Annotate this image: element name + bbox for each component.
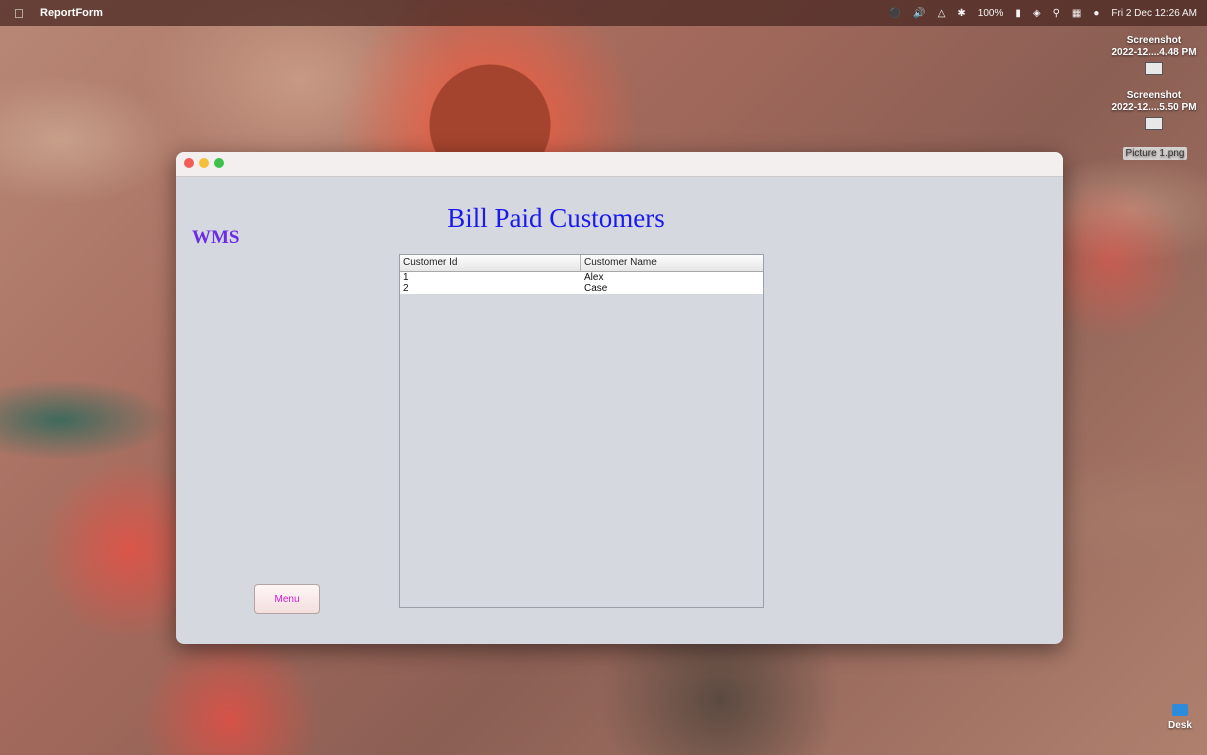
app-name[interactable]: ReportForm — [40, 7, 103, 19]
menu-bar:  ReportForm ⚫ 🔊 △ ✱ 100% ▮ ◈ ⚲ ▦ ● Fri … — [0, 0, 1207, 26]
image-file-icon — [1145, 62, 1163, 75]
control-center-icon[interactable]: ▦ — [1072, 8, 1081, 19]
cell-customer-name: Case — [584, 283, 608, 294]
airplay-icon[interactable]: △ — [938, 8, 946, 19]
title-bar[interactable] — [176, 152, 1063, 177]
desktop-folder-desk[interactable]: Desk — [1160, 704, 1200, 732]
file-name-line1: Screenshot — [1126, 35, 1182, 46]
desktop-file-screenshot-2[interactable]: Screenshot 2022-12....5.50 PM — [1108, 90, 1200, 133]
search-icon[interactable]: ⚲ — [1053, 8, 1060, 19]
cell-customer-id: 1 — [403, 272, 409, 283]
file-name-line2: 2022-12....4.48 PM — [1111, 47, 1197, 58]
table-header: Customer Id Customer Name — [400, 255, 763, 272]
bluetooth-icon[interactable]: ✱ — [957, 8, 965, 19]
volume-icon[interactable]: 🔊 — [913, 8, 925, 19]
customers-table[interactable]: Customer Id Customer Name 1 Alex 2 Case — [399, 254, 764, 608]
brand-label: WMS — [192, 227, 240, 248]
report-window: Bill Paid Customers WMS Customer Id Cust… — [176, 152, 1063, 644]
column-header-customer-name[interactable]: Customer Name — [581, 255, 761, 271]
cell-customer-id: 2 — [403, 283, 409, 294]
desktop-file-picture[interactable]: Picture 1.png — [1115, 147, 1195, 160]
battery-percent[interactable]: 100% — [978, 8, 1004, 19]
elephant-icon[interactable]: ⚫ — [889, 8, 901, 19]
clock[interactable]: Fri 2 Dec 12:26 AM — [1111, 8, 1197, 19]
minimize-button[interactable] — [199, 158, 209, 168]
wifi-icon[interactable]: ◈ — [1033, 8, 1041, 19]
folder-icon — [1172, 704, 1188, 716]
cell-customer-name: Alex — [584, 272, 604, 283]
page-title: Bill Paid Customers — [447, 203, 665, 233]
table-row[interactable]: 1 Alex — [400, 272, 763, 283]
image-file-icon — [1145, 117, 1163, 130]
file-name-line2: 2022-12....5.50 PM — [1111, 102, 1197, 113]
folder-name: Desk — [1168, 720, 1192, 731]
column-header-customer-id[interactable]: Customer Id — [400, 255, 581, 271]
file-name: Picture 1.png — [1122, 147, 1188, 160]
file-name-line1: Screenshot — [1126, 90, 1182, 101]
table-row[interactable]: 2 Case — [400, 283, 763, 294]
desktop-file-screenshot-1[interactable]: Screenshot 2022-12....4.48 PM — [1108, 35, 1200, 78]
battery-icon: ▮ — [1015, 7, 1021, 19]
close-button[interactable] — [184, 158, 194, 168]
status-area: ⚫ 🔊 △ ✱ 100% ▮ ◈ ⚲ ▦ ● Fri 2 Dec 12:26 A… — [889, 0, 1197, 26]
zoom-button[interactable] — [214, 158, 224, 168]
siri-icon[interactable]: ● — [1093, 8, 1099, 19]
menu-button[interactable]: Menu — [254, 584, 320, 614]
apple-icon[interactable]:  — [14, 6, 28, 21]
